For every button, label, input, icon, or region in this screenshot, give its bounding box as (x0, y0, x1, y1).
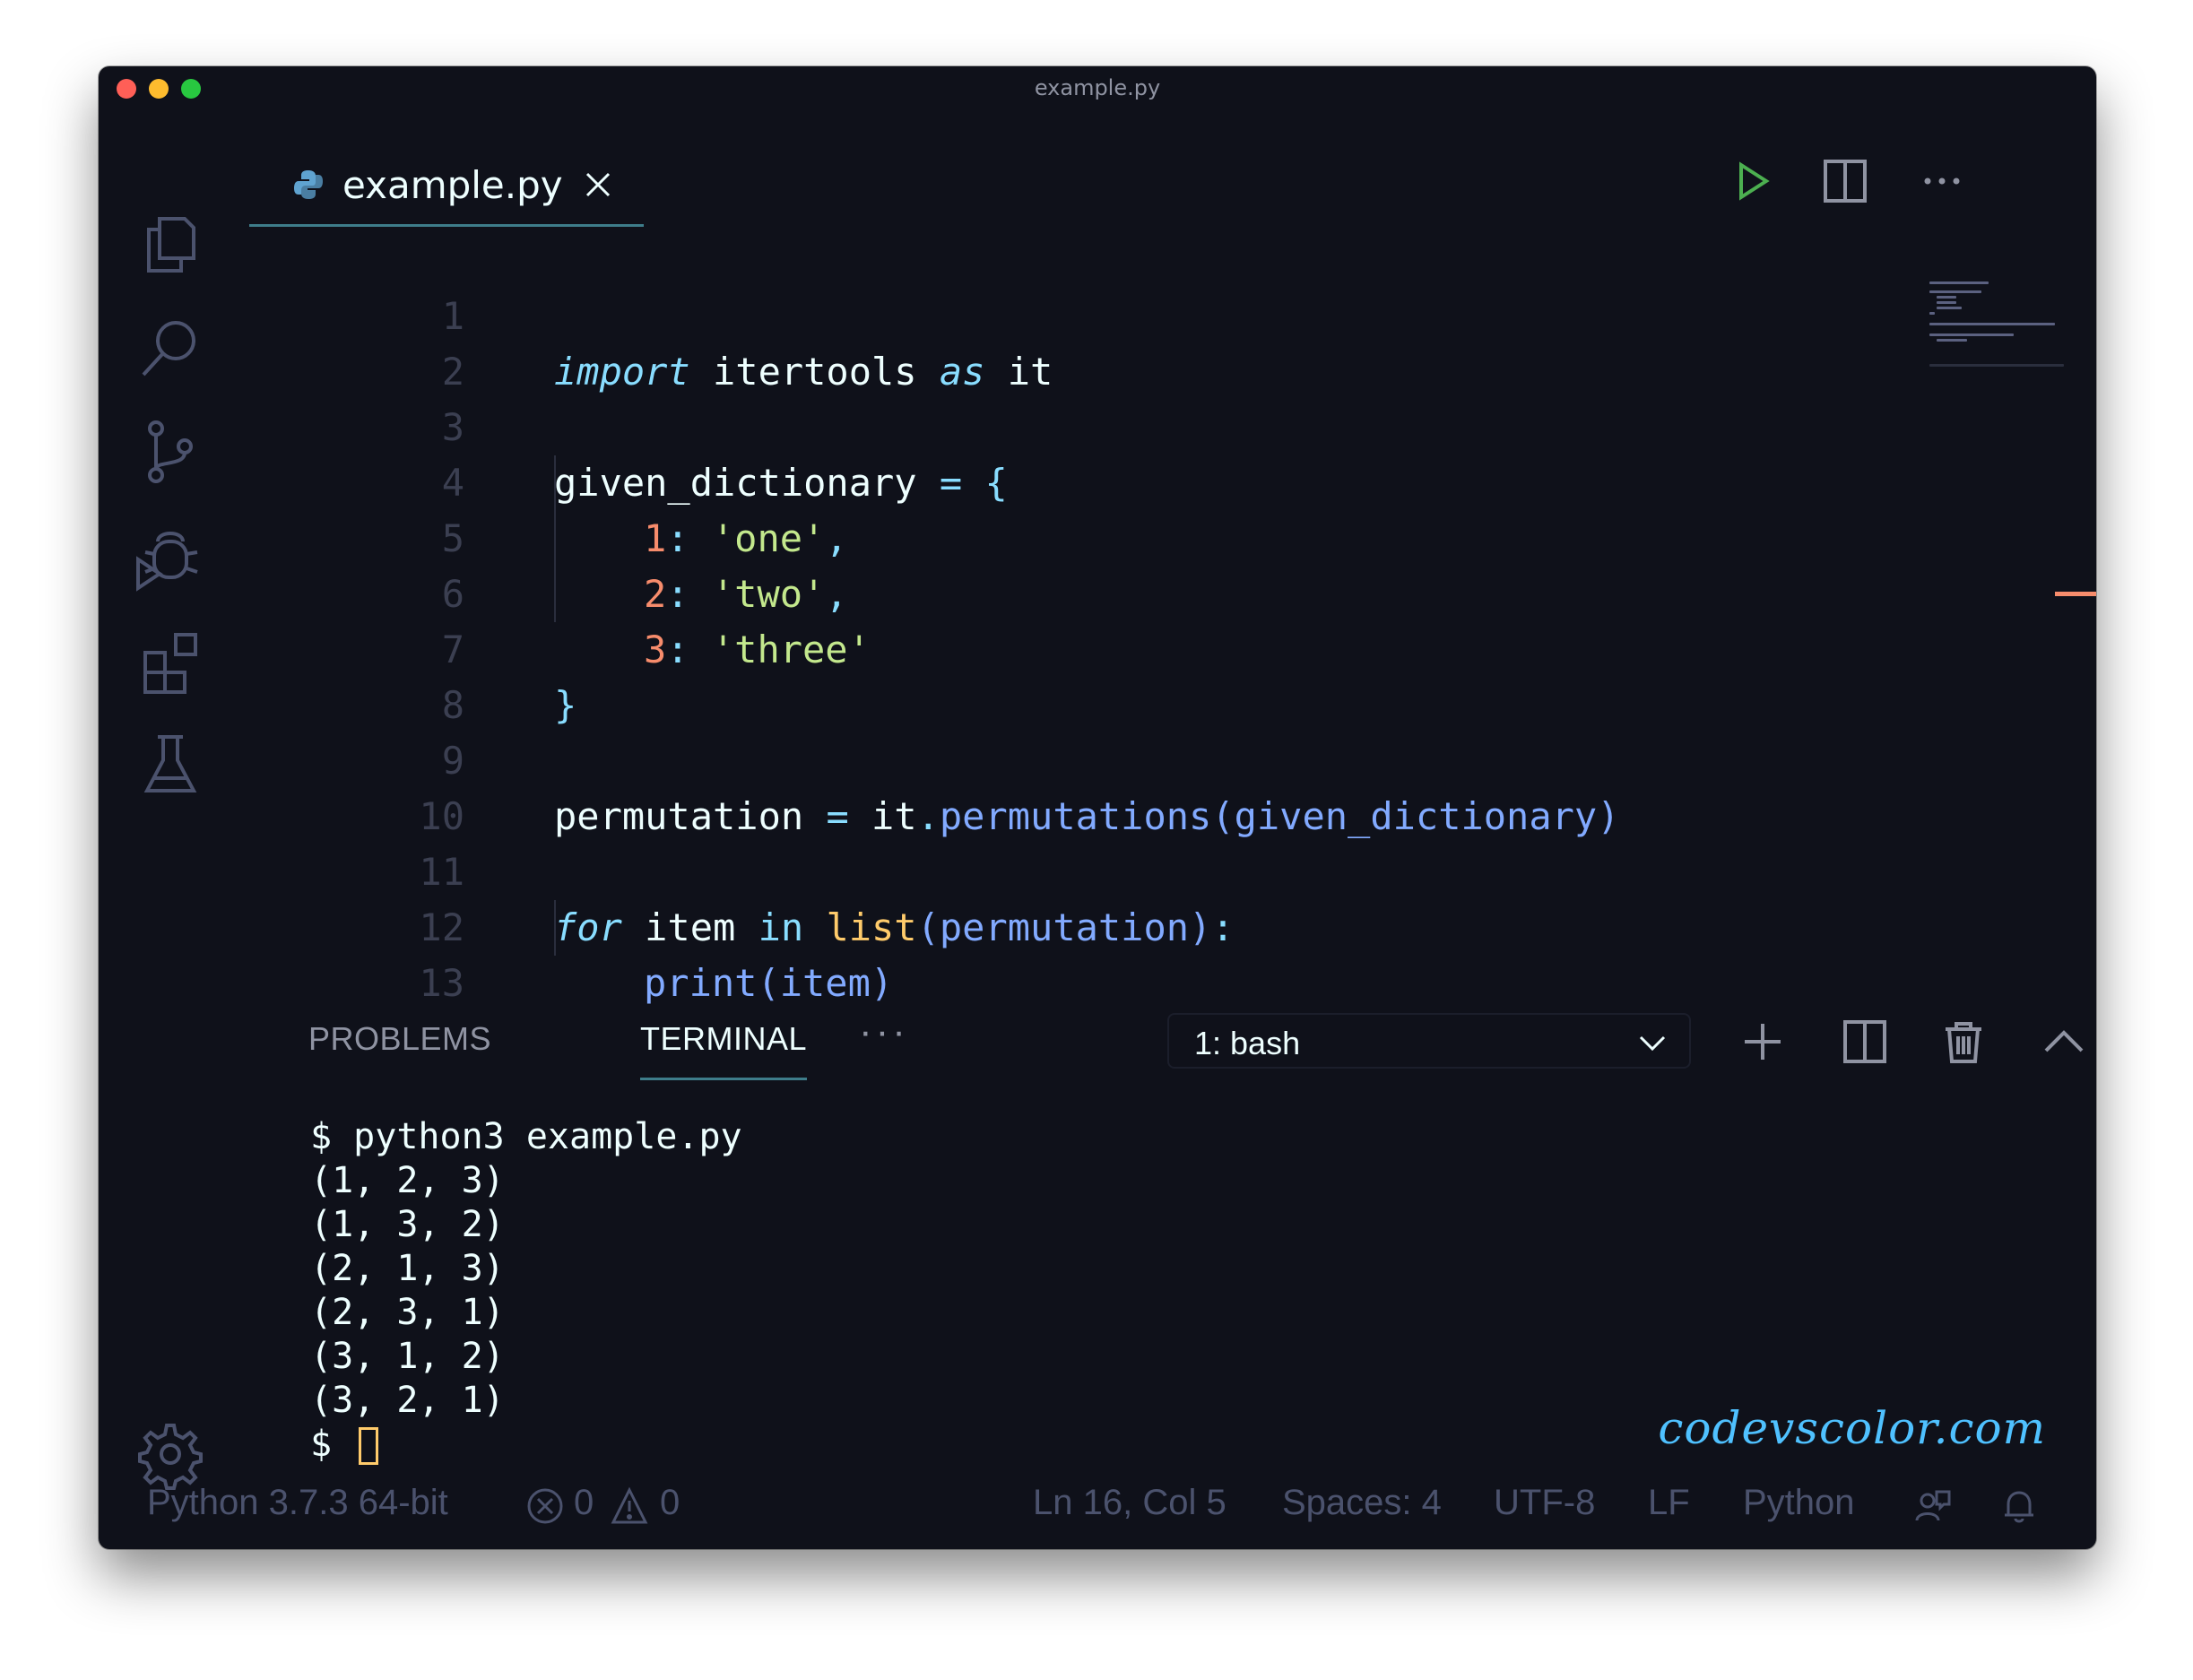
terminal-line: (2, 1, 3) (310, 1248, 505, 1289)
split-terminal-icon[interactable] (1840, 1017, 1890, 1067)
panel-header: PROBLEMS TERMINAL ··· 1: bash (249, 993, 2087, 1092)
code-line: import itertools as it (554, 350, 1053, 394)
code-line: given_dictionary = { (554, 461, 1008, 505)
encoding[interactable]: UTF-8 (1494, 1483, 1595, 1523)
python-interpreter[interactable]: Python 3.7.3 64-bit (147, 1483, 448, 1523)
cursor-position[interactable]: Ln 16, Col 5 (1033, 1483, 1227, 1523)
add-terminal-icon[interactable] (1738, 1017, 1788, 1067)
terminal-line: $ python3 example.py (310, 1116, 742, 1157)
terminal-line: (1, 3, 2) (310, 1204, 505, 1245)
indentation[interactable]: Spaces: 4 (1282, 1483, 1442, 1523)
tab-terminal[interactable]: TERMINAL (640, 1020, 808, 1080)
line-ending[interactable]: LF (1648, 1483, 1690, 1523)
run-icon[interactable] (1727, 156, 1777, 206)
code-editor[interactable]: 1 import itertools as it 2 3 given_dicti… (249, 233, 1953, 1022)
code-line: permutation = it.permutations(given_dict… (554, 794, 1620, 838)
code-line: for item in list(permutation): (554, 905, 1235, 949)
scroll-position-marker (2055, 592, 2096, 596)
watermark: codevscolor.com (1658, 1402, 2046, 1454)
code-line: 1: 'one', (644, 516, 848, 560)
status-bar: Python 3.7.3 64-bit 0 0 Ln 16, Col 5 Spa… (99, 1463, 2096, 1549)
chevron-down-icon (1639, 1035, 1666, 1052)
close-tab-icon[interactable] (583, 169, 613, 200)
testing-icon[interactable] (133, 726, 208, 801)
bell-icon[interactable] (1999, 1486, 2039, 1526)
python-file-icon (294, 170, 323, 199)
debug-icon[interactable] (133, 518, 208, 593)
files-icon[interactable] (133, 206, 208, 281)
source-control-icon[interactable] (133, 414, 208, 489)
activity-bar (99, 108, 242, 1549)
more-icon[interactable] (1917, 156, 1967, 206)
code-line: } (554, 683, 577, 727)
terminal-line: (1, 2, 3) (310, 1160, 505, 1201)
terminal-selector[interactable]: 1: bash (1167, 1013, 1691, 1069)
code-line: 2: 'two', (644, 572, 848, 616)
minimap[interactable] (1910, 210, 2064, 367)
window-title: example.py (1034, 75, 1161, 100)
terminal-line: (3, 1, 2) (310, 1336, 505, 1377)
terminal-prompt-line: $ (310, 1423, 379, 1467)
maximize-panel-icon[interactable] (2039, 1017, 2089, 1067)
warning-count: 0 (660, 1483, 680, 1522)
panel-more-icon[interactable]: ··· (859, 1009, 909, 1054)
terminal-line: (3, 2, 1) (310, 1380, 505, 1421)
tab-problems[interactable]: PROBLEMS (308, 1020, 491, 1058)
tab-label: example.py (342, 162, 563, 207)
error-count: 0 (574, 1483, 594, 1522)
language-mode[interactable]: Python (1743, 1483, 1855, 1523)
feedback-icon[interactable] (1913, 1486, 1953, 1526)
search-icon[interactable] (133, 310, 208, 385)
terminal-line: (2, 3, 1) (310, 1292, 505, 1333)
terminal-cursor (359, 1427, 379, 1465)
error-icon[interactable] (525, 1486, 565, 1526)
split-editor-icon[interactable] (1820, 156, 1870, 206)
extensions-icon[interactable] (133, 622, 208, 697)
vscode-window: example.py example.py 1 import itertools… (99, 66, 2096, 1549)
trash-icon[interactable] (1938, 1017, 1989, 1067)
terminal-selector-value: 1: bash (1194, 1025, 1301, 1061)
terminal-prompt: $ (310, 1424, 333, 1465)
editor-tab-example-py[interactable]: example.py (249, 145, 644, 227)
title-bar: example.py (99, 66, 2096, 108)
code-line: 3: 'three' (644, 628, 871, 671)
warning-icon[interactable] (610, 1486, 649, 1526)
